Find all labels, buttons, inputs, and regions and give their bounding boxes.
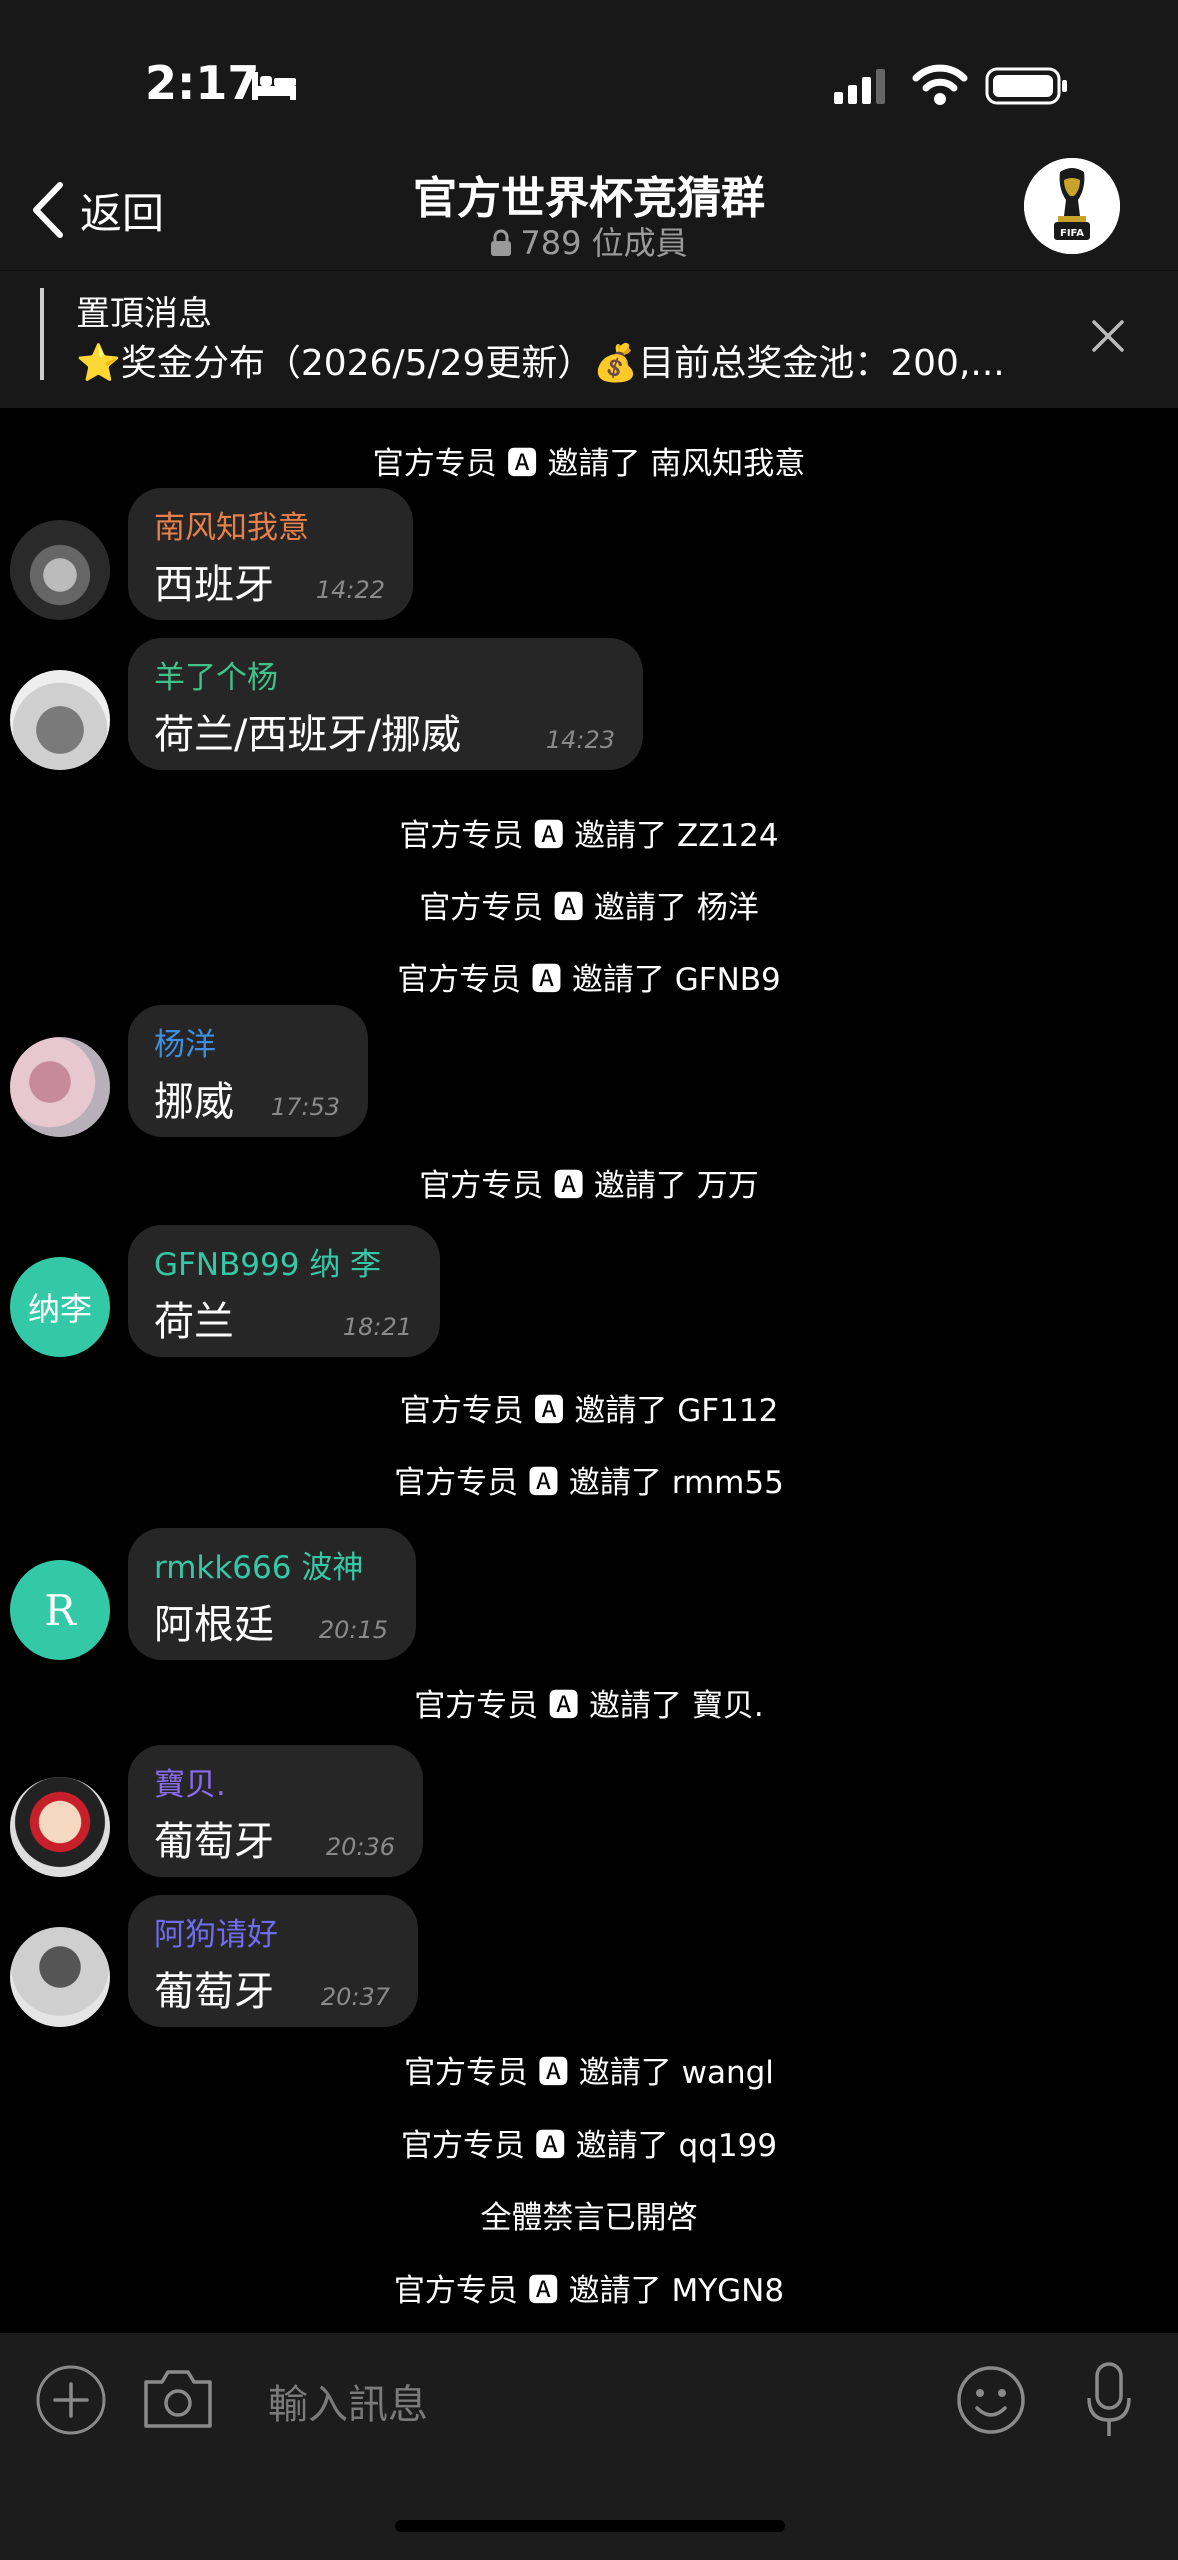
sender-name[interactable]: 寶贝. (154, 1759, 226, 1804)
system-message: 官方专员 🅰 邀請了 qq199 (400, 2128, 778, 2164)
close-icon[interactable] (1088, 316, 1128, 356)
message-bubble[interactable]: rmkk666 波神 阿根廷 20:15 (128, 1528, 416, 1660)
sender-name[interactable]: rmkk666 波神 (154, 1542, 363, 1587)
signal-icon (834, 69, 885, 104)
group-avatar[interactable]: FIFA (1024, 158, 1120, 254)
microphone-icon[interactable] (1085, 2360, 1133, 2440)
avatar[interactable] (10, 520, 110, 620)
group-title[interactable]: 官方世界杯竞猜群 (0, 162, 1178, 226)
message-bubble[interactable]: GFNB999 纳 李荷兰 18:21 (128, 1225, 440, 1357)
message-bubble[interactable]: 杨洋挪威 17:53 (128, 1005, 368, 1137)
pinned-text: ⭐奖金分布（2026/5/29更新）💰目前总奖金池：200,... (76, 343, 1005, 384)
sender-name[interactable]: 羊了个杨 (154, 652, 278, 697)
sender-name[interactable]: 杨洋 (154, 1019, 216, 1064)
system-message: 官方专员 🅰 邀請了 南风知我意 (372, 446, 806, 482)
message-timestamp: 17:53 (270, 1093, 340, 1121)
message-timestamp: 20:37 (320, 1983, 390, 2011)
svg-text:FIFA: FIFA (1060, 228, 1084, 239)
message-text: 荷兰/西班牙/挪威 (154, 712, 461, 758)
system-message: 官方专员 🅰 邀請了 GF112 (399, 1393, 779, 1429)
avatar[interactable]: 纳李 (10, 1257, 110, 1357)
pinned-indicator-bar (40, 288, 44, 380)
system-message: 官方专员 🅰 邀請了 GFNB9 (397, 962, 781, 998)
system-message: 官方专员 🅰 邀請了 rmm55 (394, 1465, 784, 1501)
avatar[interactable] (10, 1927, 110, 2027)
avatar[interactable] (10, 1777, 110, 1877)
system-message: 全體禁言已開啓 (480, 2200, 698, 2236)
system-message: 官方专员 🅰 邀請了 万万 (419, 1168, 759, 1204)
pinned-title: 置頂消息 (76, 294, 212, 334)
message-text: 荷兰 (154, 1299, 234, 1345)
message-timestamp: 18:21 (342, 1313, 412, 1341)
system-message: 官方专员 🅰 邀請了 杨洋 (419, 890, 759, 926)
status-time: 2:17 (145, 56, 260, 110)
avatar[interactable] (10, 670, 110, 770)
message-text: 挪威 (154, 1079, 234, 1125)
avatar-initial: 纳李 (27, 1290, 92, 1328)
message-timestamp: 20:36 (325, 1833, 395, 1861)
message-bubble[interactable]: 寶贝. 葡萄牙 20:36 (128, 1745, 423, 1877)
emoji-icon[interactable] (955, 2364, 1027, 2436)
message-bubble[interactable]: 羊了个杨荷兰/西班牙/挪威 14:23 (128, 638, 643, 770)
message-timestamp: 14:22 (315, 576, 385, 604)
battery-icon (985, 67, 1067, 105)
avatar[interactable] (10, 1037, 110, 1137)
message-text: 阿根廷 (154, 1602, 274, 1648)
add-icon[interactable] (35, 2364, 107, 2436)
avatar-initial: R (44, 1585, 76, 1635)
system-message: 官方专员 🅰 邀請了 ZZ124 (399, 818, 779, 854)
member-count-text: 789 位成員 (520, 224, 688, 262)
system-message: 官方专员 🅰 邀請了 MYGN8 (393, 2273, 785, 2309)
wifi-icon (912, 64, 968, 105)
avatar[interactable]: R (10, 1560, 110, 1660)
message-bubble[interactable]: 南风知我意西班牙 14:22 (128, 488, 413, 620)
message-bubble[interactable]: 阿狗请好葡萄牙 20:37 (128, 1895, 418, 2027)
lock-icon (491, 229, 512, 256)
camera-icon[interactable] (140, 2366, 216, 2432)
home-indicator (395, 2520, 785, 2532)
message-timestamp: 20:15 (318, 1616, 388, 1644)
sender-name[interactable]: GFNB999 纳 李 (154, 1239, 381, 1284)
message-text: 葡萄牙 (154, 1819, 274, 1865)
message-text: 西班牙 (154, 562, 274, 608)
system-message: 官方专员 🅰 邀請了 寶贝. (414, 1688, 764, 1724)
message-timestamp: 14:23 (545, 726, 615, 754)
sender-name[interactable]: 南风知我意 (154, 502, 309, 547)
sleep-icon (252, 72, 296, 100)
message-text: 葡萄牙 (154, 1969, 274, 2015)
system-message: 官方专员 🅰 邀請了 wangl (404, 2055, 774, 2091)
sender-name[interactable]: 阿狗请好 (154, 1909, 278, 1954)
trophy-icon: FIFA (1024, 158, 1120, 254)
message-input[interactable]: 輸入訊息 (268, 2372, 428, 2430)
member-count[interactable]: 789 位成員 (0, 218, 1178, 264)
